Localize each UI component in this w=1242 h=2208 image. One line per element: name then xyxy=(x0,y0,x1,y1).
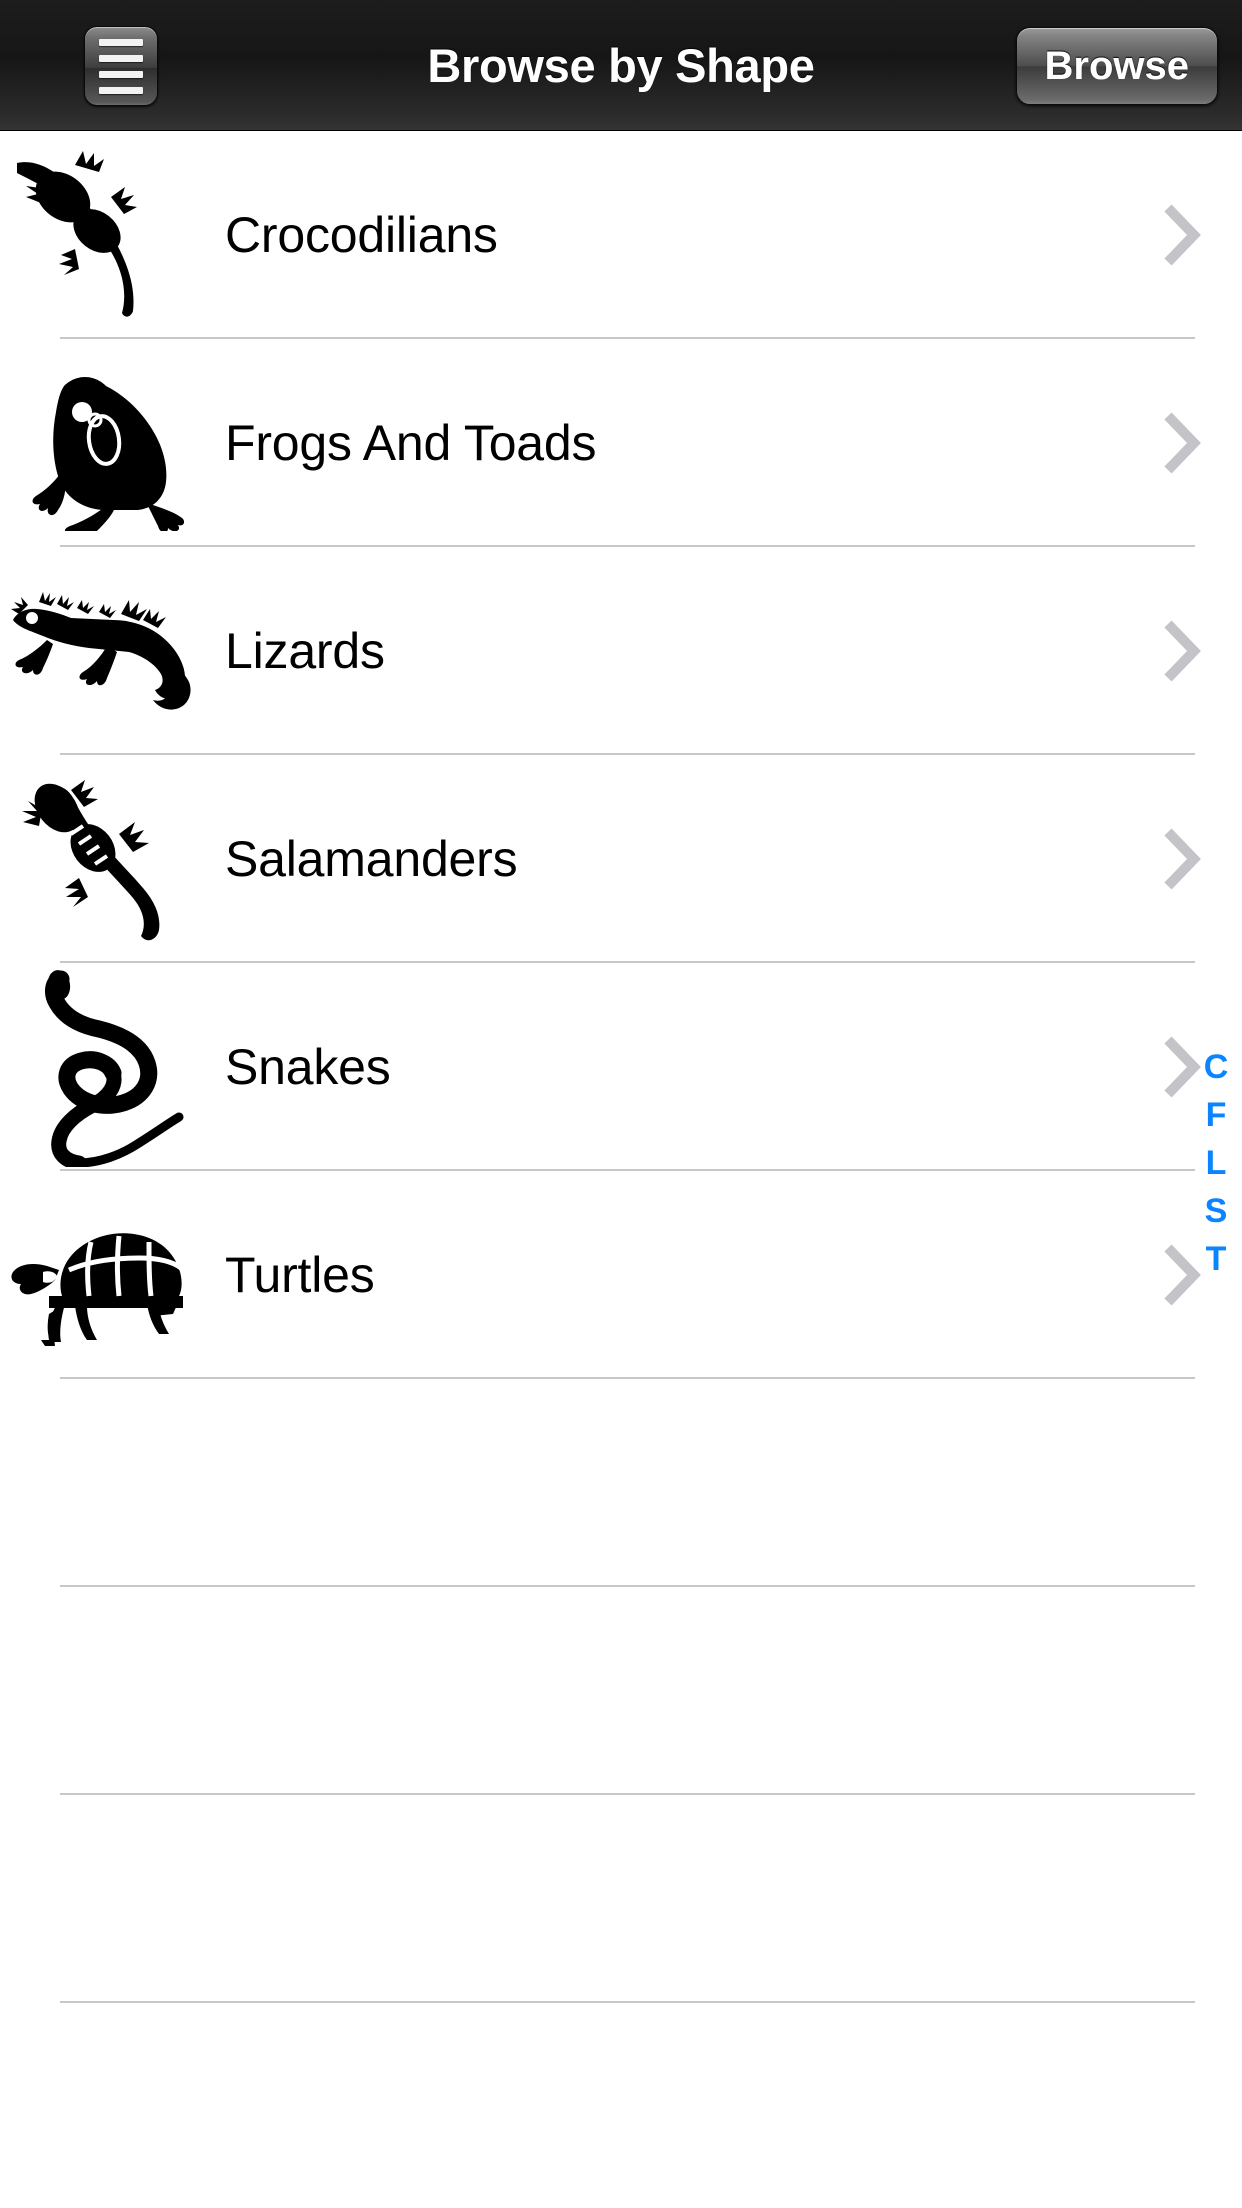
chevron-right-icon xyxy=(1122,618,1242,684)
navigation-bar: Browse by Shape Browse xyxy=(0,0,1242,131)
list-item-snakes[interactable]: Snakes xyxy=(0,963,1242,1171)
list-item-label: Snakes xyxy=(225,1039,391,1095)
lizard-silhouette-icon xyxy=(0,556,200,746)
toad-silhouette-icon xyxy=(0,348,200,538)
shape-list: Crocodilians Frogs And Toads Lizards Sal… xyxy=(0,131,1242,2208)
chevron-right-icon xyxy=(1122,826,1242,892)
index-letter-s[interactable]: S xyxy=(1205,1194,1228,1228)
index-letter-t[interactable]: T xyxy=(1206,1242,1227,1276)
snake-silhouette-icon xyxy=(0,970,200,1167)
turtle-silhouette-icon xyxy=(0,1180,200,1370)
chevron-right-icon xyxy=(1122,410,1242,476)
index-letter-c[interactable]: C xyxy=(1204,1050,1229,1084)
app-screen: Browse by Shape Browse Crocodilians Frog… xyxy=(0,0,1242,2208)
list-item-label: Turtles xyxy=(225,1247,375,1303)
salamander-silhouette-icon xyxy=(0,764,200,954)
list-item-label: Salamanders xyxy=(225,831,518,887)
index-letter-l[interactable]: L xyxy=(1206,1146,1227,1180)
chevron-right-icon xyxy=(1122,202,1242,268)
list-item-label: Frogs And Toads xyxy=(225,415,597,471)
browse-button[interactable]: Browse xyxy=(1015,27,1218,105)
crocodile-silhouette-icon xyxy=(0,140,200,330)
empty-list-row xyxy=(0,2003,1242,2208)
empty-list-row xyxy=(0,1795,1242,2003)
empty-list-row xyxy=(0,1379,1242,1587)
alphabet-index-bar[interactable]: C F L S T xyxy=(1190,1050,1242,1276)
list-item-turtles[interactable]: Turtles xyxy=(0,1171,1242,1379)
index-letter-f[interactable]: F xyxy=(1206,1098,1227,1132)
list-item-crocodilians[interactable]: Crocodilians xyxy=(0,131,1242,339)
list-item-salamanders[interactable]: Salamanders xyxy=(0,755,1242,963)
list-item-label: Crocodilians xyxy=(225,207,498,263)
list-item-frogs-and-toads[interactable]: Frogs And Toads xyxy=(0,339,1242,547)
list-item-lizards[interactable]: Lizards xyxy=(0,547,1242,755)
empty-list-row xyxy=(0,1587,1242,1795)
list-item-label: Lizards xyxy=(225,623,385,679)
